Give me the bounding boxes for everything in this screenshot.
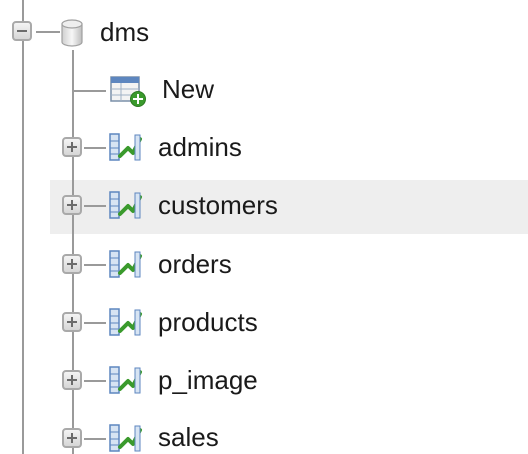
expand-plus-icon[interactable] (62, 137, 82, 157)
table-name-label[interactable]: admins (158, 132, 242, 162)
tree-connector (84, 205, 106, 207)
new-table-icon[interactable] (108, 74, 148, 108)
new-item-label[interactable]: New (162, 74, 214, 104)
expand-plus-icon[interactable] (62, 428, 82, 448)
table-name-label[interactable]: p_image (158, 365, 258, 395)
table-icon[interactable] (106, 131, 144, 165)
table-name-label[interactable]: products (158, 307, 258, 337)
tree-connector (22, 0, 24, 454)
database-name-label[interactable]: dms (100, 17, 149, 47)
tree-connector (84, 438, 106, 440)
table-icon[interactable] (106, 306, 144, 340)
expand-plus-icon[interactable] (62, 254, 82, 274)
expand-plus-icon[interactable] (62, 370, 82, 390)
table-name-label[interactable]: customers (158, 190, 278, 220)
tree-connector (84, 380, 106, 382)
database-icon (58, 18, 86, 48)
tree-connector (84, 322, 106, 324)
table-icon[interactable] (106, 422, 144, 454)
expand-plus-icon[interactable] (62, 312, 82, 332)
database-navigation-tree: dms New admins customers orders products… (0, 0, 528, 454)
tree-connector (84, 147, 106, 149)
tree-connector (36, 31, 60, 33)
table-icon[interactable] (106, 364, 144, 398)
collapse-minus-icon[interactable] (12, 21, 32, 41)
tree-connector (72, 90, 106, 92)
tree-connector (84, 264, 106, 266)
table-icon[interactable] (106, 248, 144, 282)
table-icon[interactable] (106, 189, 144, 223)
tree-connector (72, 50, 74, 454)
expand-plus-icon[interactable] (62, 195, 82, 215)
table-name-label[interactable]: sales (158, 422, 219, 452)
table-name-label[interactable]: orders (158, 249, 232, 279)
